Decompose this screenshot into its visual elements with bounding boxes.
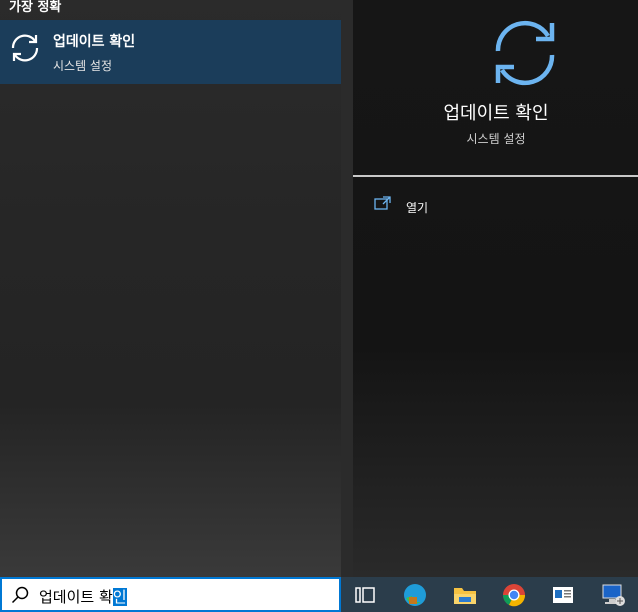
refresh-icon <box>11 34 39 62</box>
open-label: 열기 <box>406 201 429 215</box>
preview-title: 업데이트 확인 <box>443 103 549 124</box>
refresh-icon <box>495 20 555 86</box>
open-icon <box>374 196 391 210</box>
news-icon[interactable] <box>549 582 577 608</box>
search-input[interactable]: 업데이트 확인 <box>0 577 341 612</box>
preview-pane: 업데이트 확인 시스템 설정 열기 <box>353 0 638 577</box>
file-explorer-icon[interactable] <box>451 582 479 608</box>
search-typed-text: 업데이트 확 <box>39 588 113 606</box>
open-action[interactable]: 열기 <box>374 196 474 218</box>
edge-icon[interactable] <box>401 582 429 608</box>
chrome-icon[interactable] <box>500 582 528 608</box>
search-icon <box>11 586 29 604</box>
result-subtitle: 시스템 설정 <box>53 59 113 73</box>
search-composing-text: 인 <box>112 588 127 606</box>
result-title: 업데이트 확인 <box>53 34 136 50</box>
preview-subtitle: 시스템 설정 <box>466 132 526 146</box>
taskbar <box>341 577 638 612</box>
task-view-icon[interactable] <box>351 582 379 608</box>
pane-divider <box>341 0 353 577</box>
separator <box>353 175 638 177</box>
search-query: 업데이트 확인 <box>39 586 127 607</box>
best-match-result[interactable]: 업데이트 확인 시스템 설정 <box>0 20 341 84</box>
search-results-pane: 가장 정확 업데이트 확인 시스템 설정 <box>0 0 341 577</box>
network-computer-icon[interactable] <box>599 582 627 608</box>
section-header: 가장 정확 <box>9 0 62 15</box>
